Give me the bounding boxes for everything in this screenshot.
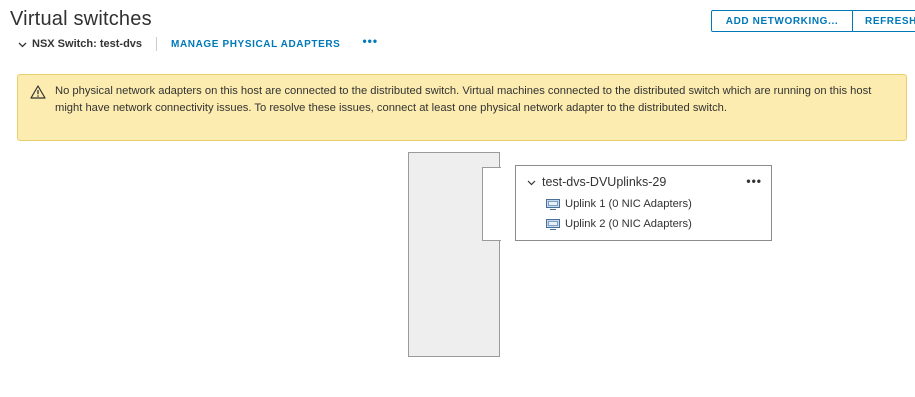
uplink-group-title: test-dvs-DVUplinks-29 — [542, 175, 667, 189]
alert-message: No physical network adapters on this hos… — [55, 85, 872, 114]
uplink-port-group-card[interactable]: test-dvs-DVUplinks-29 ••• Uplink 1 (0 NI… — [515, 165, 772, 241]
manage-physical-adapters-link[interactable]: MANAGE PHYSICAL ADAPTERS — [171, 39, 340, 50]
uplink-group-header[interactable]: test-dvs-DVUplinks-29 — [527, 175, 666, 189]
add-networking-button[interactable]: ADD NETWORKING... — [711, 10, 853, 32]
chevron-down-icon[interactable] — [527, 178, 536, 187]
chevron-down-icon[interactable] — [18, 40, 27, 49]
more-actions-icon[interactable]: ••• — [746, 174, 762, 188]
nic-adapter-icon — [546, 218, 565, 230]
more-actions-icon[interactable]: ••• — [362, 34, 378, 48]
uplink-item[interactable]: Uplink 2 (0 NIC Adapters) — [546, 218, 692, 230]
header-actions: ADD NETWORKING... REFRESH — [711, 10, 915, 32]
divider — [156, 37, 158, 51]
uplink-label: Uplink 1 (0 NIC Adapters) — [565, 198, 692, 210]
switch-header: NSX Switch: test-dvs MANAGE PHYSICAL ADA… — [18, 34, 378, 53]
warning-triangle-icon — [30, 85, 46, 99]
warning-alert: No physical network adapters on this hos… — [17, 74, 907, 141]
uplink-label: Uplink 2 (0 NIC Adapters) — [565, 218, 692, 230]
nic-adapter-icon — [546, 198, 565, 210]
page-title: Virtual switches — [10, 8, 152, 30]
refresh-button[interactable]: REFRESH — [853, 10, 915, 32]
uplink-item[interactable]: Uplink 1 (0 NIC Adapters) — [546, 198, 692, 210]
switch-port-connector — [482, 167, 501, 241]
switch-name: NSX Switch: test-dvs — [32, 38, 143, 50]
